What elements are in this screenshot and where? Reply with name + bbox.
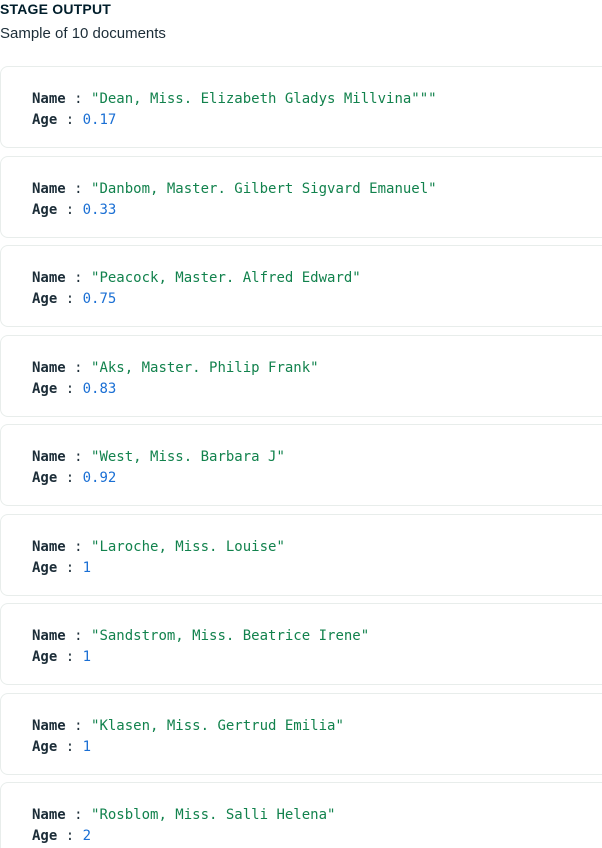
age-value: 0.92 xyxy=(82,470,117,486)
field-separator: : xyxy=(65,628,92,644)
field-key-age: Age xyxy=(32,470,58,486)
document-card[interactable]: Name : "Peacock, Master. Alfred Edward" A… xyxy=(0,245,602,327)
age-field: Age : 0.75 xyxy=(32,290,116,308)
name-field: Name : "Aks, Master. Philip Frank" xyxy=(32,359,319,377)
sample-count-label: Sample of 10 documents xyxy=(0,25,166,42)
age-value: 1 xyxy=(82,560,92,576)
field-separator: : xyxy=(65,181,92,197)
field-separator: : xyxy=(57,381,83,397)
name-field: Name : "Sandstrom, Miss. Beatrice Irene" xyxy=(32,627,369,645)
name-value: "Aks, Master. Philip Frank" xyxy=(91,360,319,376)
document-card[interactable]: Name : "Sandstrom, Miss. Beatrice Irene"… xyxy=(0,603,602,685)
document-card[interactable]: Name : "Laroche, Miss. Louise" Age : 1 xyxy=(0,514,602,596)
field-key-name: Name xyxy=(32,91,66,107)
field-separator: : xyxy=(57,560,83,576)
name-field: Name : "Peacock, Master. Alfred Edward" xyxy=(32,269,361,287)
name-value: "Peacock, Master. Alfred Edward" xyxy=(91,270,361,286)
field-key-age: Age xyxy=(32,560,58,576)
field-separator: : xyxy=(57,291,83,307)
name-field: Name : "Danbom, Master. Gilbert Sigvard … xyxy=(32,180,437,198)
field-key-age: Age xyxy=(32,649,58,665)
field-key-name: Name xyxy=(32,360,66,376)
age-field: Age : 1 xyxy=(32,738,91,756)
age-value: 1 xyxy=(82,649,92,665)
field-key-name: Name xyxy=(32,270,66,286)
name-value: "West, Miss. Barbara J" xyxy=(91,449,285,465)
field-separator: : xyxy=(57,739,83,755)
age-value: 0.83 xyxy=(82,381,117,397)
name-value: "Danbom, Master. Gilbert Sigvard Emanuel… xyxy=(91,181,437,197)
name-field: Name : "Dean, Miss. Elizabeth Gladys Mil… xyxy=(32,90,437,108)
age-field: Age : 2 xyxy=(32,827,91,845)
field-separator: : xyxy=(57,112,83,128)
age-field: Age : 0.92 xyxy=(32,469,116,487)
field-separator: : xyxy=(65,270,92,286)
field-key-name: Name xyxy=(32,628,66,644)
document-card[interactable]: Name : "Rosblom, Miss. Salli Helena" Age … xyxy=(0,782,602,848)
field-separator: : xyxy=(57,470,83,486)
document-card[interactable]: Name : "Dean, Miss. Elizabeth Gladys Mil… xyxy=(0,66,602,148)
document-card[interactable]: Name : "Aks, Master. Philip Frank" Age : … xyxy=(0,335,602,417)
field-key-name: Name xyxy=(32,449,66,465)
field-separator: : xyxy=(65,807,92,823)
name-value: "Laroche, Miss. Louise" xyxy=(91,539,285,555)
name-value: "Rosblom, Miss. Salli Helena" xyxy=(91,807,336,823)
stage-output-title: STAGE OUTPUT xyxy=(0,1,112,17)
name-field: Name : "Klasen, Miss. Gertrud Emilia" xyxy=(32,717,344,735)
field-separator: : xyxy=(57,649,83,665)
field-key-age: Age xyxy=(32,291,58,307)
field-key-name: Name xyxy=(32,181,66,197)
age-field: Age : 1 xyxy=(32,559,91,577)
document-card[interactable]: Name : "Klasen, Miss. Gertrud Emilia" Age… xyxy=(0,693,602,775)
field-key-name: Name xyxy=(32,539,66,555)
age-field: Age : 0.83 xyxy=(32,380,116,398)
age-value: 0.33 xyxy=(82,202,117,218)
name-value: "Sandstrom, Miss. Beatrice Irene" xyxy=(91,628,370,644)
age-value: 2 xyxy=(82,828,92,844)
field-key-name: Name xyxy=(32,718,66,734)
field-key-age: Age xyxy=(32,828,58,844)
name-value: "Dean, Miss. Elizabeth Gladys Millvina""… xyxy=(91,91,437,107)
age-field: Age : 0.33 xyxy=(32,201,116,219)
field-separator: : xyxy=(57,202,83,218)
field-separator: : xyxy=(57,828,83,844)
name-field: Name : "Rosblom, Miss. Salli Helena" xyxy=(32,806,335,824)
age-value: 0.75 xyxy=(82,291,117,307)
document-card[interactable]: Name : "Danbom, Master. Gilbert Sigvard … xyxy=(0,156,602,238)
field-separator: : xyxy=(65,360,92,376)
age-value: 0.17 xyxy=(82,112,117,128)
name-value: "Klasen, Miss. Gertrud Emilia" xyxy=(91,718,344,734)
name-field: Name : "West, Miss. Barbara J" xyxy=(32,448,285,466)
age-value: 1 xyxy=(82,739,92,755)
age-field: Age : 0.17 xyxy=(32,111,116,129)
age-field: Age : 1 xyxy=(32,648,91,666)
field-key-name: Name xyxy=(32,807,66,823)
field-key-age: Age xyxy=(32,381,58,397)
name-field: Name : "Laroche, Miss. Louise" xyxy=(32,538,285,556)
field-separator: : xyxy=(65,539,92,555)
field-key-age: Age xyxy=(32,739,58,755)
field-key-age: Age xyxy=(32,112,58,128)
field-key-age: Age xyxy=(32,202,58,218)
field-separator: : xyxy=(65,449,92,465)
field-separator: : xyxy=(65,91,92,107)
field-separator: : xyxy=(65,718,92,734)
document-card[interactable]: Name : "West, Miss. Barbara J" Age : 0.92 xyxy=(0,424,602,506)
